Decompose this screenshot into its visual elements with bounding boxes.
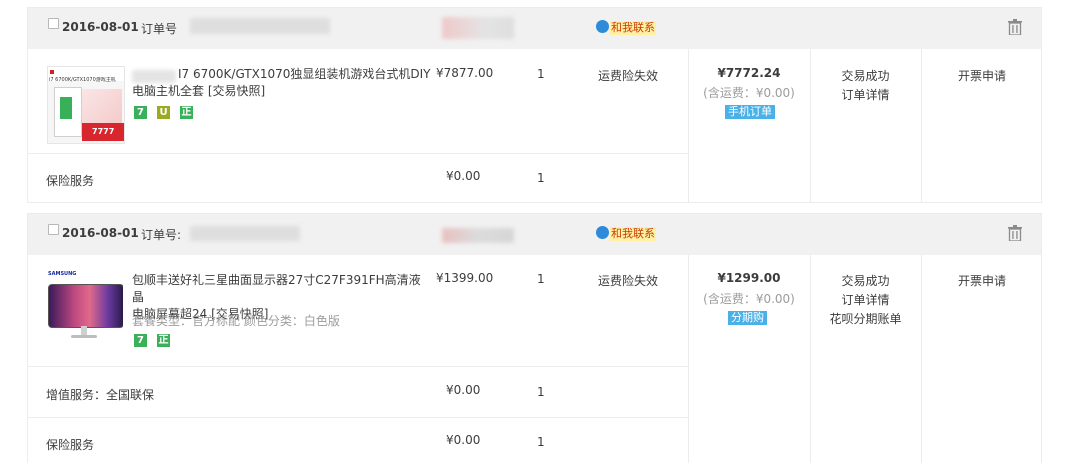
trade-status: 交易成功 [841,274,890,288]
shipping-insurance-status: 运费险失效 [598,69,659,83]
order-date: 2016-08-01 [62,20,139,34]
extra-service-price: ¥0.00 [446,433,481,447]
extra-service-label: 保险服务 [46,438,95,452]
contact-seller-button[interactable]: 和我联系 [596,226,656,242]
order-number-redacted [190,226,300,241]
order-detail-link[interactable]: 订单详情 [810,86,921,103]
wangwang-icon [596,226,609,239]
order-detail-link[interactable]: 订单详情 [810,291,921,308]
order-header: 2016-08-01 订单号 和我联系 [28,8,1041,49]
order-number-redacted [190,18,330,34]
unit-price: ¥7877.00 [436,66,494,80]
product-thumbnail[interactable]: i7 6700K/GTX1070游戏主机 7777 [47,66,125,144]
installment-tag: 分期购 [728,311,767,325]
product-thumbnail[interactable]: SAMSUNG [47,271,123,347]
trash-icon[interactable] [1008,19,1022,35]
order-total: ¥7772.24 [717,66,781,80]
invoice-request-link[interactable]: 开票申请 [921,272,1041,289]
quantity: 1 [537,272,545,286]
quantity: 1 [537,67,545,81]
genuine-badge[interactable]: 正 [157,334,170,347]
extra-service-label: 增值服务：全国联保 [46,388,155,402]
order-number-label: 订单号 [141,22,178,36]
huabei-installment-link[interactable]: 花呗分期账单 [810,310,921,327]
shipping-fee: (含运费：¥0.00) [703,86,795,100]
genuine-badge[interactable]: 正 [180,106,193,119]
extra-service-price: ¥0.00 [446,383,481,397]
unit-price: ¥1399.00 [436,271,494,285]
product-title[interactable]: I7 6700K/GTX1070独显组装机游戏台式机DIY 电脑主机全套 [交易… [132,66,442,100]
extra-service-qty: 1 [537,385,545,399]
order-number-label: 订单号: [141,228,182,242]
extra-service-label: 保险服务 [46,174,95,188]
extra-service-qty: 1 [537,435,545,449]
shop-name-redacted[interactable] [442,228,514,243]
order-card: 2016-08-01 订单号 和我联系 i7 6700K/GTX1070游戏主机… [27,7,1042,203]
checkbox-icon[interactable] [48,18,59,29]
trash-icon[interactable] [1008,225,1022,241]
contact-seller-button[interactable]: 和我联系 [596,20,656,36]
order-total: ¥1299.00 [717,271,781,285]
trade-status: 交易成功 [841,69,890,83]
extra-service-qty: 1 [537,171,545,185]
order-card: 2016-08-01 订单号: 和我联系 SAMSUNG 包顺丰送好礼三星曲面显… [27,213,1042,463]
seven-day-return-badge[interactable]: 7 [134,334,147,347]
order-date: 2016-08-01 [62,226,139,240]
checkbox-icon[interactable] [48,224,59,235]
wangwang-icon [596,20,609,33]
seven-day-return-badge[interactable]: 7 [134,106,147,119]
product-spec: 套餐类型：官方标配 颜色分类：白色版 [132,314,340,328]
shipping-insurance-status: 运费险失效 [598,274,659,288]
extra-service-price: ¥0.00 [446,169,481,183]
order-header: 2016-08-01 订单号: 和我联系 [28,214,1041,255]
invoice-request-link[interactable]: 开票申请 [921,67,1041,84]
shop-name-redacted[interactable] [442,17,514,39]
shipping-fee: (含运费：¥0.00) [703,292,795,306]
mobile-order-tag: 手机订单 [725,105,775,119]
warranty-badge[interactable]: U [157,106,170,119]
